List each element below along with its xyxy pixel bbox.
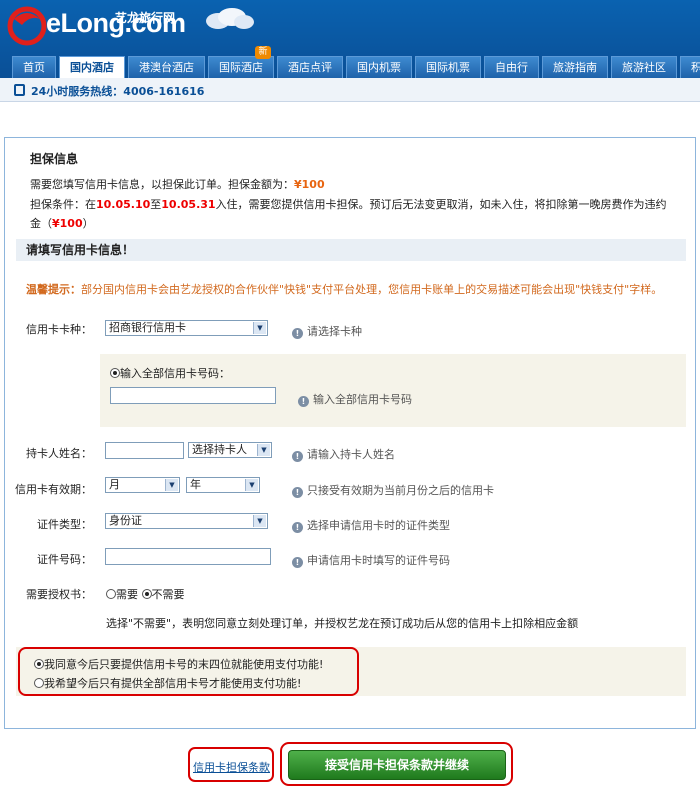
info-icon: ! (292, 522, 303, 533)
card-number-hint: ! 输入全部信用卡号码 (298, 391, 412, 407)
dragon-logo-icon[interactable] (6, 5, 48, 47)
tab-domestic-flights[interactable]: 国内机票 (346, 56, 412, 78)
tip-label: 温馨提示： (26, 283, 81, 296)
card-number-input[interactable] (110, 387, 276, 404)
id-number-hint: ! 申请信用卡时填写的证件号码 (292, 552, 450, 568)
card-type-select[interactable]: 招商银行信用卡 ▼ (105, 320, 268, 336)
tab-independent-travel[interactable]: 自由行 (484, 56, 539, 78)
guarantee-condition: 担保条件：在10.05.10至10.05.31入住，需要您提供信用卡担保。预订后… (30, 198, 667, 230)
auth-label: 需要授权书： (26, 588, 92, 601)
main-nav: 首页 国内酒店 港澳台酒店 国际酒店 酒店点评 国内机票 国际机票 自由行 旅游… (0, 56, 700, 78)
penalty-amount: ¥100 (52, 217, 83, 230)
tab-travel-guide[interactable]: 旅游指南 (542, 56, 608, 78)
guarantee-amount: ¥100 (294, 178, 325, 191)
auth-no-radio[interactable] (141, 589, 152, 599)
chevron-down-icon: ▼ (245, 479, 258, 491)
chevron-down-icon: ▼ (257, 444, 270, 456)
logo-chinese-name: 艺龙旅行网 (115, 11, 176, 25)
hotline-bar: 24小时服务热线：4006-161616 (0, 78, 700, 102)
info-icon: ! (292, 451, 303, 462)
info-icon: ! (298, 396, 309, 407)
terms-link[interactable]: 信用卡担保条款 (193, 759, 270, 775)
tab-points[interactable]: 积分广 (680, 56, 700, 78)
id-type-label: 证件类型： (37, 518, 92, 531)
guarantee-title: 担保信息 (30, 152, 79, 166)
date-from: 10.05.10 (96, 198, 151, 211)
info-icon: ! (292, 487, 303, 498)
credit-card-section-title: 请填写信用卡信息！ (16, 239, 686, 261)
card-type-label: 信用卡卡种： (26, 323, 92, 336)
expiry-year-select[interactable]: 年 ▼ (186, 477, 260, 493)
tip-text: 温馨提示：部分国内信用卡会由艺龙授权的合作伙伴"快钱"支付平台处理，您信用卡账单… (26, 283, 663, 296)
tab-hk-macau-taiwan-hotel[interactable]: 港澳台酒店 (128, 56, 205, 78)
id-number-label: 证件号码： (37, 553, 92, 566)
tab-home[interactable]: 首页 (12, 56, 56, 78)
auth-yes-radio[interactable] (106, 589, 116, 599)
phone-icon (14, 84, 25, 96)
expiry-label: 信用卡有效期： (15, 483, 92, 496)
site-header: eLong.com 艺龙旅行网 首页 国内酒店 港澳台酒店 国际酒店 酒店点评 … (0, 0, 700, 78)
holder-label: 持卡人姓名： (26, 447, 92, 460)
auth-note: 选择"不需要"，表明您同意立刻处理订单，并授权艺龙在预订成功后从您的信用卡上扣除… (106, 617, 579, 630)
chevron-down-icon: ▼ (253, 322, 266, 334)
holder-select[interactable]: 选择持卡人 ▼ (188, 442, 272, 458)
guarantee-need-text: 需要您填写信用卡信息，以担保此订单。担保金额为： (30, 178, 294, 191)
id-type-hint: ! 选择申请信用卡时的证件类型 (292, 517, 450, 533)
id-number-input[interactable] (105, 548, 271, 565)
hotline-text: 24小时服务热线：4006-161616 (31, 85, 205, 98)
tab-domestic-hotel[interactable]: 国内酒店 (59, 56, 125, 78)
tab-travel-community[interactable]: 旅游社区 (611, 56, 677, 78)
expiry-month-select[interactable]: 月 ▼ (105, 477, 180, 493)
card-number-option[interactable]: 输入全部信用卡号码： (110, 365, 230, 381)
new-badge: 新 (255, 46, 271, 59)
chevron-down-icon: ▼ (253, 515, 266, 527)
id-type-select[interactable]: 身份证 ▼ (105, 513, 268, 529)
card-number-radio[interactable] (110, 368, 120, 378)
accept-continue-button[interactable]: 接受信用卡担保条款并继续 (288, 750, 506, 780)
chevron-down-icon: ▼ (165, 479, 178, 491)
policy-highlight-annotation (18, 647, 359, 696)
tab-international-flights[interactable]: 国际机票 (415, 56, 481, 78)
date-to: 10.05.31 (161, 198, 216, 211)
holder-hint: ! 请输入持卡人姓名 (292, 446, 395, 462)
cloud-icon (206, 8, 254, 29)
expiry-hint: ! 只接受有效期为当前月份之后的信用卡 (292, 482, 494, 498)
guarantee-amount-line: 需要您填写信用卡信息，以担保此订单。担保金额为：¥100 (30, 176, 325, 192)
info-icon: ! (292, 557, 303, 568)
tab-international-hotel[interactable]: 国际酒店 (208, 56, 274, 78)
auth-options: 需要 不需要 (106, 586, 185, 602)
holder-name-input[interactable] (105, 442, 184, 459)
card-type-hint: ! 请选择卡种 (292, 323, 362, 339)
info-icon: ! (292, 328, 303, 339)
tab-hotel-reviews[interactable]: 酒店点评 (277, 56, 343, 78)
